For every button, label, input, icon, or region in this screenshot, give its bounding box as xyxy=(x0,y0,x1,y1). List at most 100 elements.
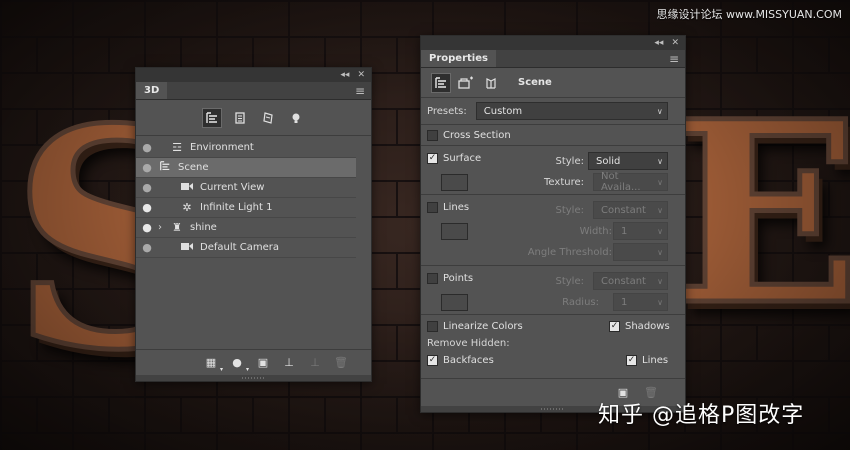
lines-width-label: Width: xyxy=(579,226,612,237)
options-section: Linearize Colors ✓ Shadows Remove Hidden… xyxy=(421,315,685,371)
layer-name: shine xyxy=(190,222,217,233)
tab-properties[interactable]: Properties xyxy=(421,50,496,67)
surface-checkbox[interactable]: ✓ xyxy=(427,153,438,164)
merge-icon[interactable]: ⊥ xyxy=(307,356,323,369)
environment-icon: ☲ xyxy=(172,141,182,154)
surface-texture-select[interactable]: Not Availa... ∨ xyxy=(593,171,668,193)
surface-section: ✓ Surface Style: Solid ∨ Texture: Not Ava… xyxy=(421,146,685,194)
filter-bar xyxy=(136,100,371,136)
layer-name: Scene xyxy=(178,162,209,173)
lines-checkbox[interactable] xyxy=(427,202,438,213)
resize-grip[interactable] xyxy=(136,375,371,381)
presets-select[interactable]: Custom ∨ xyxy=(475,102,668,120)
linearize-colors-label: Linearize Colors xyxy=(443,321,523,332)
layer-row-default-camera[interactable]: ● Default Camera xyxy=(136,238,356,258)
materials-filter-icon[interactable] xyxy=(258,108,278,128)
visibility-eye-icon[interactable]: ● xyxy=(136,221,158,234)
visibility-eye-icon[interactable]: ● xyxy=(136,181,158,194)
linearize-colors-checkbox[interactable] xyxy=(427,321,438,332)
points-checkbox[interactable] xyxy=(427,273,438,284)
meshes-filter-icon[interactable] xyxy=(230,108,250,128)
lines-label: Lines xyxy=(443,202,470,213)
layer-row-infinite-light[interactable]: ● ✲ Infinite Light 1 xyxy=(136,198,356,218)
lines-width-field[interactable]: 1 ∨ xyxy=(613,222,668,240)
trash-icon[interactable]: 🗑 xyxy=(333,356,349,369)
backfaces-label: Backfaces xyxy=(443,355,494,366)
backfaces-checkbox[interactable]: ✓ xyxy=(427,355,438,366)
lines-section: Lines Style: Constant ∨ Width: 1 ∨ Angle T… xyxy=(421,195,685,265)
coordinates-icon[interactable] xyxy=(481,73,501,93)
layer-name: Infinite Light 1 xyxy=(200,202,273,213)
expand-chevron-icon[interactable]: › xyxy=(158,222,168,233)
render-icon[interactable]: ▣ xyxy=(255,356,271,369)
chevron-down-icon: ∨ xyxy=(657,226,663,236)
cross-section-checkbox[interactable] xyxy=(427,129,438,141)
panel-3d-footer: ▦ ▾ ● ▾ ▣ ⊥ ⊥ 🗑 xyxy=(136,349,371,375)
collapse-icon[interactable]: ◂◂ xyxy=(654,38,663,48)
chevron-down-icon: ∨ xyxy=(657,247,663,257)
points-color-swatch[interactable] xyxy=(441,294,468,311)
layer-row-scene[interactable]: ● Scene xyxy=(136,158,356,178)
camera-icon xyxy=(178,241,196,254)
points-section: Points Style: Constant ∨ Radius: 1 ∨ xyxy=(421,266,685,314)
close-icon[interactable]: ✕ xyxy=(671,38,679,48)
visibility-eye-icon[interactable]: ● xyxy=(136,141,158,154)
panel-3d-titlebar: ◂◂ ✕ xyxy=(136,68,371,82)
presets-row: Presets: Custom ∨ xyxy=(421,98,685,124)
whole-scene-filter-icon[interactable] xyxy=(201,107,222,128)
drop-to-ground-icon[interactable]: ⊥ xyxy=(281,356,297,369)
lines-style-label: Style: xyxy=(555,205,585,216)
camera-icon xyxy=(178,181,196,194)
chevron-down-icon: ∨ xyxy=(657,276,663,286)
panel-menu-icon[interactable]: ≡ xyxy=(355,82,371,99)
close-icon[interactable]: ✕ xyxy=(357,70,365,80)
render-settings-icon[interactable] xyxy=(456,73,476,93)
remove-hidden-label: Remove Hidden: xyxy=(427,338,510,349)
surface-texture-label: Texture: xyxy=(544,177,584,188)
surface-style-select[interactable]: Solid ∨ xyxy=(588,152,668,170)
panel-properties: ◂◂ ✕ Properties ≡ Scene Presets: Custom ∨… xyxy=(420,35,686,413)
visibility-eye-icon[interactable]: ● xyxy=(136,241,158,254)
points-radius-field[interactable]: 1 ∨ xyxy=(613,293,668,311)
shadows-checkbox[interactable]: ✓ xyxy=(609,321,620,332)
layer-row-current-view[interactable]: ● Current View xyxy=(136,178,356,198)
properties-title: Scene xyxy=(518,77,552,88)
layer-row-environment[interactable]: ● ☲ Environment xyxy=(136,138,356,158)
layer-name: Default Camera xyxy=(200,242,279,253)
lights-filter-icon[interactable] xyxy=(286,108,306,128)
panel-menu-icon[interactable]: ≡ xyxy=(669,50,685,67)
points-style-select[interactable]: Constant ∨ xyxy=(593,272,668,290)
infinite-light-icon: ✲ xyxy=(182,201,192,214)
layer-row-shine[interactable]: ● › ♜ shine xyxy=(136,218,356,238)
visibility-eye-icon[interactable]: ● xyxy=(136,161,158,174)
tab-3d[interactable]: 3D xyxy=(136,82,168,99)
panel-3d-header: 3D ≡ xyxy=(136,82,371,100)
surface-color-swatch[interactable] xyxy=(441,174,468,191)
hidden-lines-checkbox[interactable]: ✓ xyxy=(626,355,637,366)
scene-mode-icon[interactable] xyxy=(431,72,451,93)
add-light-icon[interactable]: ● ▾ xyxy=(229,356,249,373)
lines-angle-threshold-field[interactable]: ∨ xyxy=(613,243,668,261)
presets-label: Presets: xyxy=(427,105,467,117)
lines-angle-threshold-label: Angle Threshold: xyxy=(527,247,612,258)
collapse-icon[interactable]: ◂◂ xyxy=(340,70,349,80)
chevron-down-icon: ∨ xyxy=(656,106,663,116)
surface-label: Surface xyxy=(443,153,482,164)
add-mesh-icon[interactable]: ▦ ▾ xyxy=(203,356,223,373)
points-radius-label: Radius: xyxy=(562,297,599,308)
surface-style-label: Style: xyxy=(555,156,585,167)
panel-3d: ◂◂ ✕ 3D ≡ ● ☲ Environment ● Scene ● Curr… xyxy=(135,67,372,382)
visibility-eye-icon[interactable]: ● xyxy=(136,201,158,214)
panel-properties-header: Properties ≡ xyxy=(421,50,685,68)
cross-section-row: Cross Section xyxy=(421,125,685,145)
layer-name: Environment xyxy=(190,142,254,153)
lines-style-select[interactable]: Constant ∨ xyxy=(593,201,668,219)
chevron-down-icon: ∨ xyxy=(657,177,663,187)
properties-mode-bar: Scene xyxy=(421,68,685,98)
lines-color-swatch[interactable] xyxy=(441,223,468,240)
chevron-down-icon: ∨ xyxy=(657,156,663,166)
watermark-top: 思缘设计论坛 www.MISSYUAN.COM xyxy=(656,8,842,21)
mesh-icon: ♜ xyxy=(172,221,182,234)
watermark-bottom: 知乎 @追格P图改字 xyxy=(598,403,805,428)
panel-properties-titlebar: ◂◂ ✕ xyxy=(421,36,685,50)
